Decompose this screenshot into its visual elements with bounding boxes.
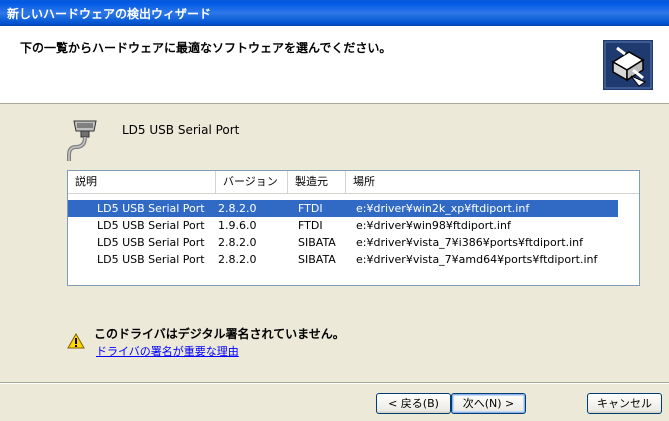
row-version: 2.8.2.0: [218, 236, 257, 249]
table-row[interactable]: LD5 USB Serial Port 2.8.2.0 SIBATA e:¥dr…: [68, 234, 618, 251]
row-location: e:¥driver¥win98¥ftdiport.inf: [356, 219, 511, 232]
hardware-install-icon: [603, 40, 653, 90]
column-header-description[interactable]: 説明: [68, 171, 216, 193]
back-button[interactable]: < 戻る(B): [376, 393, 451, 414]
table-row[interactable]: LD5 USB Serial Port 2.8.2.0 SIBATA e:¥dr…: [68, 251, 618, 268]
window-title: 新しいハードウェアの検出ウィザード: [7, 7, 212, 21]
row-description: LD5 USB Serial Port: [97, 219, 205, 232]
table-row[interactable]: LD5 USB Serial Port 2.8.2.0 FTDI e:¥driv…: [68, 200, 618, 217]
row-version: 2.8.2.0: [218, 202, 257, 215]
row-version: 1.9.6.0: [218, 219, 257, 232]
list-header: 説明 バージョン 製造元 場所: [68, 171, 639, 194]
row-location: e:¥driver¥vista_7¥i386¥ports¥ftdiport.in…: [356, 236, 583, 249]
wizard-header: 下の一覧からハードウェアに最適なソフトウェアを選んでください。: [0, 26, 669, 104]
next-button[interactable]: 次へ(N) >: [451, 393, 526, 414]
row-manufacturer: FTDI: [298, 219, 323, 232]
page-title: 下の一覧からハードウェアに最適なソフトウェアを選んでください。: [20, 41, 392, 55]
row-description: LD5 USB Serial Port: [97, 202, 205, 215]
row-description: LD5 USB Serial Port: [97, 236, 205, 249]
column-header-manufacturer[interactable]: 製造元: [288, 171, 346, 193]
row-version: 2.8.2.0: [218, 253, 257, 266]
warning-icon: [67, 333, 85, 349]
next-button-label: 次へ(N) >: [462, 397, 515, 410]
row-location: e:¥driver¥vista_7¥amd64¥ports¥ftdiport.i…: [356, 253, 598, 266]
row-manufacturer: SIBATA: [298, 236, 336, 249]
table-row[interactable]: LD5 USB Serial Port 1.9.6.0 FTDI e:¥driv…: [68, 217, 618, 234]
cancel-button[interactable]: キャンセル: [587, 393, 662, 414]
button-divider: [0, 382, 669, 384]
row-description: LD5 USB Serial Port: [97, 253, 205, 266]
driver-list[interactable]: 説明 バージョン 製造元 場所 LD5 USB Serial Port 2.8.…: [67, 170, 640, 286]
title-bar[interactable]: 新しいハードウェアの検出ウィザード: [0, 0, 669, 26]
column-header-location[interactable]: 場所: [346, 171, 616, 193]
row-manufacturer: FTDI: [298, 202, 323, 215]
back-button-label: < 戻る(B): [388, 397, 439, 410]
device-name: LD5 USB Serial Port: [122, 123, 240, 137]
unsigned-driver-warning: このドライバはデジタル署名されていません。: [94, 327, 345, 341]
cancel-button-label: キャンセル: [597, 397, 652, 410]
column-header-version[interactable]: バージョン: [216, 171, 288, 193]
row-location: e:¥driver¥win2k_xp¥ftdiport.inf: [356, 202, 530, 215]
row-manufacturer: SIBATA: [298, 253, 336, 266]
serial-port-icon: [67, 120, 97, 161]
driver-signing-link[interactable]: ドライバの署名が重要な理由: [96, 343, 239, 359]
